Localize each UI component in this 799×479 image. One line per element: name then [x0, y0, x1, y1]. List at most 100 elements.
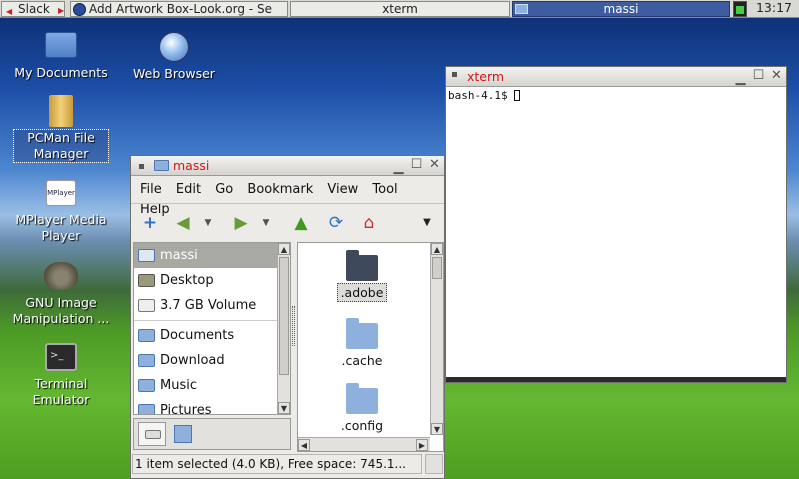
desktop-icon-pcman[interactable]: PCMan File Manager	[6, 95, 116, 163]
folder-icon	[346, 383, 378, 414]
scroll-right-icon[interactable]: ▶	[416, 439, 428, 451]
desktop-icon-label: My Documents	[14, 65, 108, 80]
sidebar-item-label: massi	[160, 248, 198, 263]
up-icon[interactable]: ▲	[289, 210, 313, 236]
divider	[134, 320, 290, 321]
minimize-icon[interactable]: ▁	[733, 72, 748, 87]
scroll-left-icon[interactable]: ◀	[298, 439, 310, 451]
scroll-down-icon[interactable]: ▼	[278, 402, 290, 414]
new-tab-icon[interactable]: +	[138, 210, 162, 236]
toolbar: + ◀ ▼ ▶ ▼ ▲ ⟳ ⌂ ▼	[131, 210, 444, 236]
home-folder-icon	[45, 32, 77, 58]
sidebar-item-label: 3.7 GB Volume	[160, 298, 257, 313]
file-manager-titlebar[interactable]: massi ▁ ☐ ✕	[131, 156, 444, 176]
folder-icon	[138, 329, 155, 342]
desktop-icon-web-browser[interactable]: Web Browser	[119, 32, 229, 82]
terminal-output[interactable]: bash-4.1$	[448, 89, 521, 102]
menu-edit[interactable]: Edit	[171, 180, 206, 200]
file-item-cache[interactable]: .cache	[322, 318, 402, 368]
file-vscrollbar[interactable]: ▲ ▼	[430, 243, 443, 435]
file-label: .adobe	[336, 283, 388, 302]
taskbar-item-xterm[interactable]: xterm	[290, 1, 510, 17]
scroll-down-icon[interactable]: ▼	[431, 423, 443, 435]
scroll-up-icon[interactable]: ▲	[278, 243, 290, 255]
taskbar-item-label: massi	[603, 2, 639, 16]
sidebar-item-download[interactable]: Download	[134, 348, 290, 373]
sidebar-item-documents[interactable]: Documents	[134, 323, 290, 348]
maximize-icon[interactable]: ☐	[751, 69, 766, 84]
window-menu-icon[interactable]	[452, 72, 457, 77]
taskbar-item-browser[interactable]: Add Artwork Box-Look.org - Se	[70, 1, 288, 17]
file-label: .cache	[341, 353, 383, 368]
chevron-down-icon[interactable]: ▼	[201, 210, 215, 236]
side-scrollbar[interactable]: ▲ ▼	[277, 243, 290, 414]
close-icon[interactable]: ✕	[427, 158, 442, 173]
xterm-window[interactable]: xterm ▁ ☐ ✕ bash-4.1$	[445, 66, 787, 383]
sidebar-item-massi[interactable]: massi	[134, 243, 290, 268]
chevron-down-icon[interactable]: ▼	[259, 210, 273, 236]
scrollbar-thumb[interactable]	[279, 257, 289, 375]
directory-tree-icon[interactable]	[174, 425, 192, 443]
divider	[131, 203, 444, 204]
top-panel: ◀ Slack ▶ Add Artwork Box-Look.org - Se …	[0, 0, 799, 18]
sidebar-item-label: Desktop	[160, 273, 214, 288]
sidebar-item-desktop[interactable]: Desktop	[134, 268, 290, 293]
forward-icon[interactable]: ▶	[229, 210, 253, 236]
menu-view[interactable]: View	[322, 180, 363, 200]
window-title: massi	[173, 158, 210, 173]
file-hscrollbar[interactable]: ◀ ▶	[298, 437, 430, 451]
window-menu-icon[interactable]	[139, 164, 144, 169]
desktop-icon-terminal[interactable]: >_ Terminal Emulator	[6, 343, 116, 408]
battery-icon	[733, 1, 747, 17]
minimize-icon[interactable]: ▁	[391, 161, 406, 176]
reload-icon[interactable]: ⟳	[324, 210, 348, 236]
file-manager-window[interactable]: massi ▁ ☐ ✕ File Edit Go Bookmark View T…	[130, 155, 445, 479]
menu-tool[interactable]: Tool	[367, 180, 402, 200]
desktop-icon-gimp[interactable]: GNU Image Manipulation ...	[6, 262, 116, 327]
home-icon[interactable]: ⌂	[357, 210, 381, 236]
back-icon[interactable]: ◀	[171, 210, 195, 236]
scrollbar-thumb[interactable]	[432, 257, 442, 279]
gimp-icon	[44, 262, 78, 290]
desktop-icon-mplayer[interactable]: MPlayer MPlayer Media Player	[6, 180, 116, 244]
file-item-config[interactable]: .config	[322, 383, 402, 433]
slack-arrow-icon: ◀	[6, 7, 13, 16]
scroll-up-icon[interactable]: ▲	[431, 243, 443, 255]
close-icon[interactable]: ✕	[769, 69, 784, 84]
desktop-icon-label: Terminal Emulator	[32, 376, 90, 407]
folder-icon	[138, 379, 155, 392]
pane-resize-handle[interactable]	[292, 306, 295, 346]
status-extra	[425, 454, 443, 474]
browser-icon	[73, 3, 86, 16]
folder-icon	[154, 160, 169, 171]
folder-icon	[138, 404, 155, 414]
folder-icon	[346, 250, 378, 281]
scroll-left-icon[interactable]: ▶	[56, 1, 70, 17]
sidebar-item-pictures[interactable]: Pictures	[134, 398, 290, 415]
menu-bookmark[interactable]: Bookmark	[242, 180, 318, 200]
clock[interactable]: 13:17	[750, 1, 798, 17]
side-pane: massi Desktop 3.7 GB Volume Documents Do…	[133, 242, 291, 415]
places-view-button[interactable]	[138, 422, 166, 446]
shell-prompt: bash-4.1$	[448, 89, 515, 102]
sidebar-item-volume[interactable]: 3.7 GB Volume	[134, 293, 290, 318]
window-bottom-border	[446, 377, 786, 382]
menu-file[interactable]: File	[135, 180, 167, 200]
toolbar-overflow-icon[interactable]: ▼	[418, 210, 436, 236]
terminal-icon: >_	[45, 343, 77, 371]
sidebar-item-label: Pictures	[160, 403, 212, 415]
desktop-icon-label: MPlayer Media Player	[15, 212, 107, 243]
sidebar-item-label: Documents	[160, 328, 235, 343]
desktop-icon-label: GNU Image Manipulation ...	[12, 295, 110, 326]
maximize-icon[interactable]: ☐	[409, 158, 424, 173]
file-cabinet-icon	[49, 95, 73, 127]
file-label: .config	[340, 418, 384, 433]
sidebar-item-music[interactable]: Music	[134, 373, 290, 398]
desktop-icon-label: Web Browser	[133, 66, 215, 81]
taskbar-item-massi[interactable]: massi	[512, 1, 730, 17]
xterm-titlebar[interactable]: xterm ▁ ☐ ✕	[446, 67, 786, 87]
desktop-icon-my-documents[interactable]: My Documents	[6, 32, 116, 81]
file-item-adobe[interactable]: .adobe	[322, 250, 402, 302]
menu-go[interactable]: Go	[210, 180, 238, 200]
globe-icon	[159, 32, 189, 62]
